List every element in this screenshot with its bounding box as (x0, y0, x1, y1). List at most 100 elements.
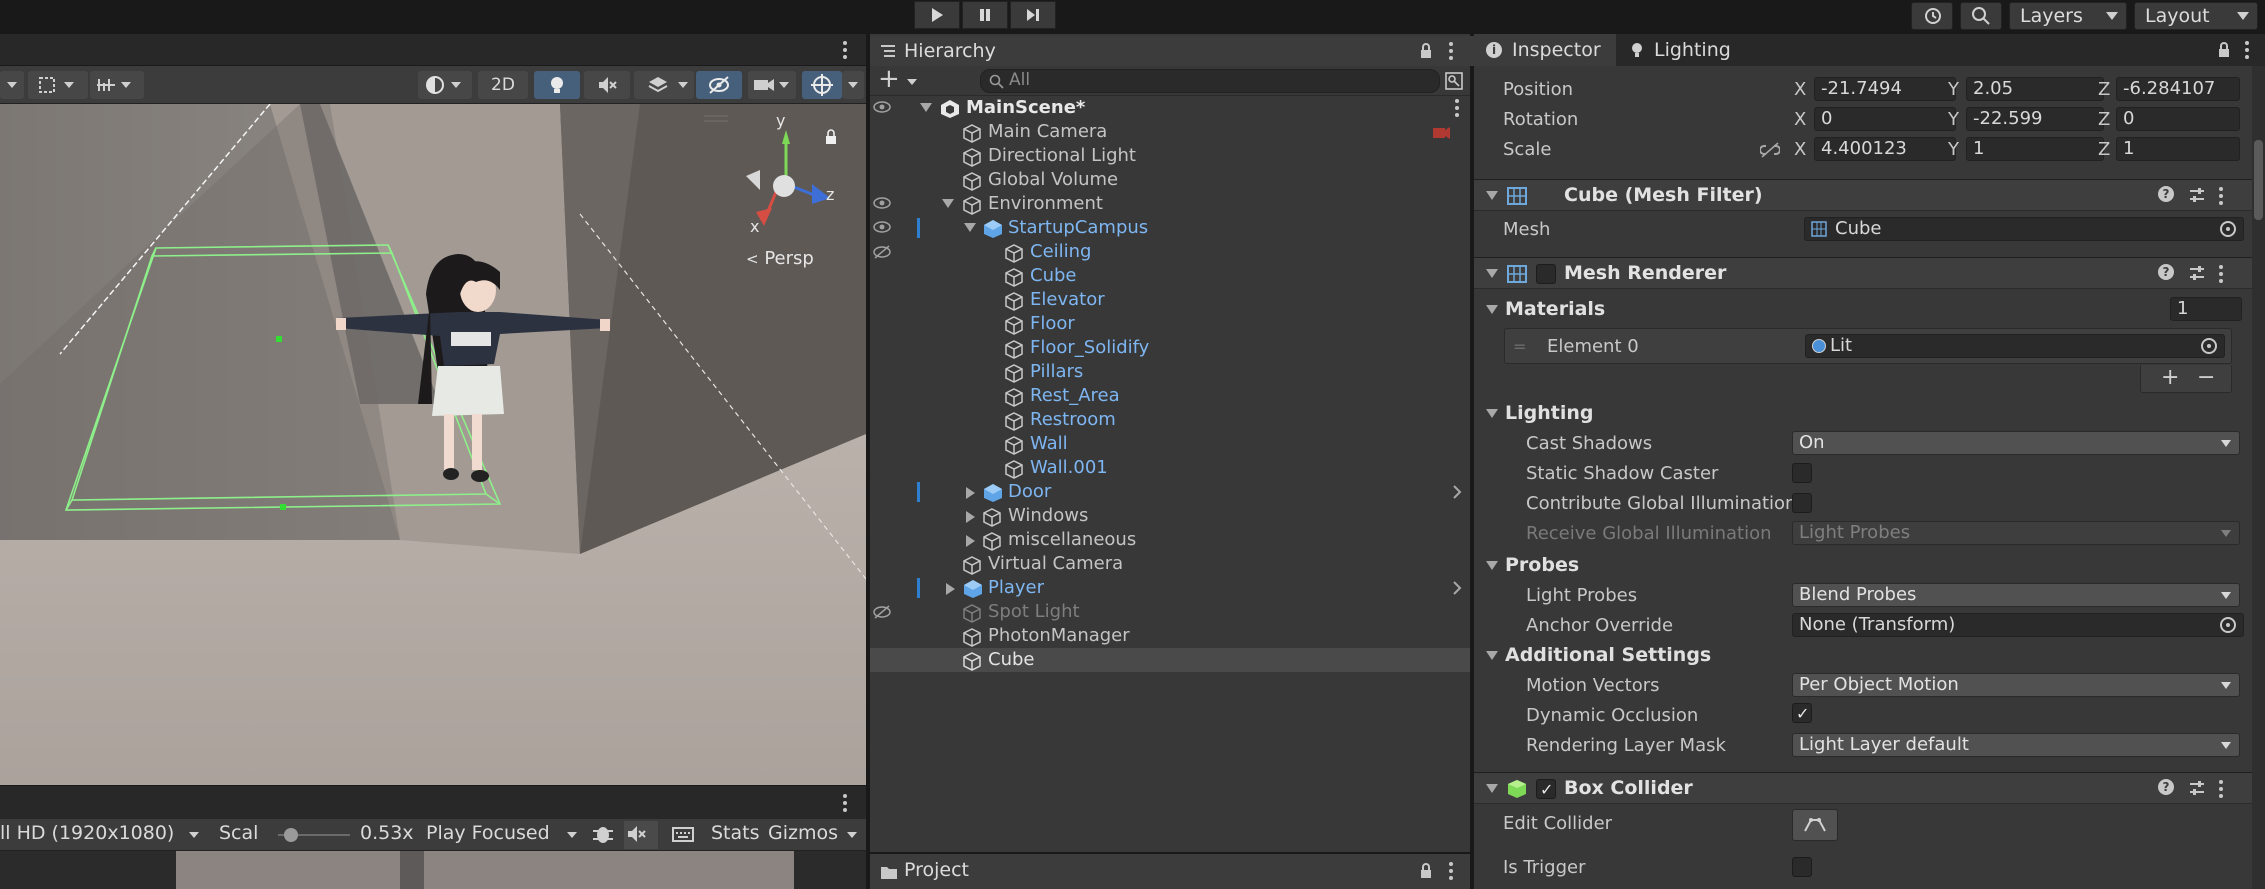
projection-toggle[interactable]: < Persp (746, 248, 814, 269)
hierarchy-item[interactable]: Directional Light (870, 144, 1470, 168)
hierarchy-item[interactable]: Floor_Solidify (870, 336, 1470, 360)
lock-icon[interactable] (1418, 42, 1434, 60)
scene-visibility-icon[interactable] (1444, 71, 1464, 91)
eye-slash-icon[interactable] (872, 244, 892, 260)
expand-arrow-icon[interactable] (942, 199, 954, 208)
probes-section-label[interactable]: Probes (1505, 554, 1579, 576)
materials-foldout-arrow[interactable] (1486, 305, 1498, 314)
game-view-render[interactable] (0, 851, 866, 889)
anchor-override-field[interactable]: None (Transform) (1792, 613, 2244, 637)
cast-shadows-dropdown[interactable]: On (1792, 431, 2240, 455)
help-icon[interactable]: ? (2158, 186, 2174, 202)
add-element-button[interactable]: + (2161, 365, 2179, 390)
rotation-y-field[interactable]: -22.599 (1966, 107, 2104, 131)
scale-y-field[interactable]: 1 (1966, 137, 2104, 161)
gizmos-dropdown[interactable] (842, 71, 864, 99)
increment-snap-button[interactable] (90, 71, 144, 99)
hierarchy-item[interactable]: Restroom (870, 408, 1470, 432)
shortcuts-button[interactable] (670, 821, 700, 849)
scale-x-axis[interactable]: X (1794, 139, 1806, 160)
collapse-arrow-icon[interactable] (966, 511, 975, 523)
hierarchy-item[interactable]: miscellaneous (870, 528, 1470, 552)
hierarchy-item[interactable]: Main Camera (870, 120, 1470, 144)
probes-foldout-arrow[interactable] (1486, 561, 1498, 570)
scale-z-field[interactable]: 1 (2116, 137, 2240, 161)
hierarchy-item[interactable]: Player (870, 576, 1470, 600)
collapse-arrow-icon[interactable] (946, 583, 955, 595)
object-picker-icon[interactable] (2220, 221, 2236, 237)
lock-icon[interactable] (2216, 41, 2232, 59)
box-collider-enabled-checkbox[interactable]: ✓ (1536, 779, 1556, 799)
collapse-arrow-icon[interactable] (966, 487, 975, 499)
position-x-field[interactable]: -21.7494 (1814, 77, 1956, 101)
hierarchy-item[interactable]: Floor (870, 312, 1470, 336)
collapse-arrow-icon[interactable] (966, 535, 975, 547)
mesh-object-field[interactable]: Cube (1804, 217, 2244, 241)
rotation-z-field[interactable]: 0 (2116, 107, 2240, 131)
hierarchy-item[interactable]: Environment (870, 192, 1470, 216)
kebab-menu-icon[interactable] (2216, 264, 2226, 284)
scene-viewport[interactable]: y x z (0, 104, 866, 785)
additional-settings-label[interactable]: Additional Settings (1505, 644, 1711, 666)
tab-lighting[interactable]: Lighting (1630, 34, 1750, 66)
grid-snap-button[interactable] (28, 71, 88, 99)
light-probes-dropdown[interactable]: Blend Probes (1792, 583, 2240, 607)
mesh-filter-header[interactable]: Cube (Mesh Filter) ? (1474, 179, 2265, 211)
hierarchy-item[interactable]: Rest_Area (870, 384, 1470, 408)
layers-dropdown[interactable]: Layers (2009, 2, 2127, 30)
kebab-menu-icon[interactable] (2216, 186, 2226, 206)
materials-count-field[interactable]: 1 (2170, 297, 2242, 321)
link-scale-icon[interactable] (1760, 142, 1780, 158)
motion-vectors-dropdown[interactable]: Per Object Motion (1792, 673, 2240, 697)
scale-x-field[interactable]: 4.400123 (1814, 137, 1956, 161)
object-picker-icon[interactable] (2201, 338, 2217, 354)
rendering-layer-dropdown[interactable]: Light Layer default (1792, 733, 2240, 757)
hierarchy-item[interactable]: Virtual Camera (870, 552, 1470, 576)
eye-icon[interactable] (872, 196, 892, 210)
scene-camera-button[interactable] (748, 71, 796, 99)
scale-y-axis[interactable]: Y (1948, 139, 1959, 160)
kebab-menu-icon[interactable] (1446, 861, 1456, 881)
kebab-menu-icon[interactable] (2242, 40, 2252, 60)
position-z-field[interactable]: -6.284107 (2116, 77, 2240, 101)
scene-audio-toggle[interactable] (584, 71, 630, 99)
hierarchy-item[interactable]: Cube (870, 264, 1470, 288)
help-icon[interactable]: ? (2158, 779, 2174, 795)
history-button[interactable] (1911, 2, 1953, 30)
hierarchy-item[interactable]: Elevator (870, 288, 1470, 312)
eye-icon[interactable] (872, 220, 892, 234)
additional-foldout-arrow[interactable] (1486, 651, 1498, 660)
mode-2d-button[interactable]: 2D (478, 71, 528, 99)
search-button[interactable] (1960, 2, 2002, 30)
inspector-scrollbar[interactable] (2252, 66, 2265, 889)
rotation-y-axis[interactable]: Y (1948, 109, 1959, 130)
chevron-right-icon[interactable] (1452, 485, 1462, 499)
effects-dropdown[interactable] (672, 71, 694, 99)
help-icon[interactable]: ? (2158, 264, 2174, 280)
kebab-menu-icon[interactable] (2216, 779, 2226, 799)
presets-icon[interactable] (2188, 779, 2206, 797)
chevron-right-icon[interactable] (1452, 581, 1462, 595)
step-button[interactable] (1010, 1, 1056, 29)
edit-collider-button[interactable] (1792, 809, 1838, 841)
rotation-z-axis[interactable]: Z (2098, 109, 2110, 130)
expand-arrow-icon[interactable] (964, 223, 976, 232)
tab-inspector[interactable]: i Inspector (1474, 34, 1616, 66)
presets-icon[interactable] (2188, 264, 2206, 282)
mesh-renderer-enabled-checkbox[interactable] (1536, 264, 1556, 284)
hierarchy-item[interactable]: Ceiling (870, 240, 1470, 264)
remove-element-button[interactable]: − (2197, 365, 2215, 390)
hierarchy-item[interactable]: Global Volume (870, 168, 1470, 192)
stats-button[interactable]: Stats (711, 822, 760, 844)
play-focused-dropdown[interactable]: Play Focused (422, 819, 582, 851)
kebab-menu-icon[interactable] (1446, 41, 1456, 61)
play-button[interactable] (914, 1, 960, 29)
lighting-section-label[interactable]: Lighting (1505, 402, 1593, 424)
hierarchy-item[interactable]: StartupCampus (870, 216, 1470, 240)
position-y-axis[interactable]: Y (1948, 79, 1959, 100)
tool-dropdown[interactable] (0, 71, 24, 99)
eye-icon[interactable] (872, 100, 892, 114)
contribute-gi-checkbox[interactable] (1792, 493, 1812, 513)
pause-button[interactable] (962, 1, 1008, 29)
mute-audio-button[interactable] (624, 821, 658, 849)
